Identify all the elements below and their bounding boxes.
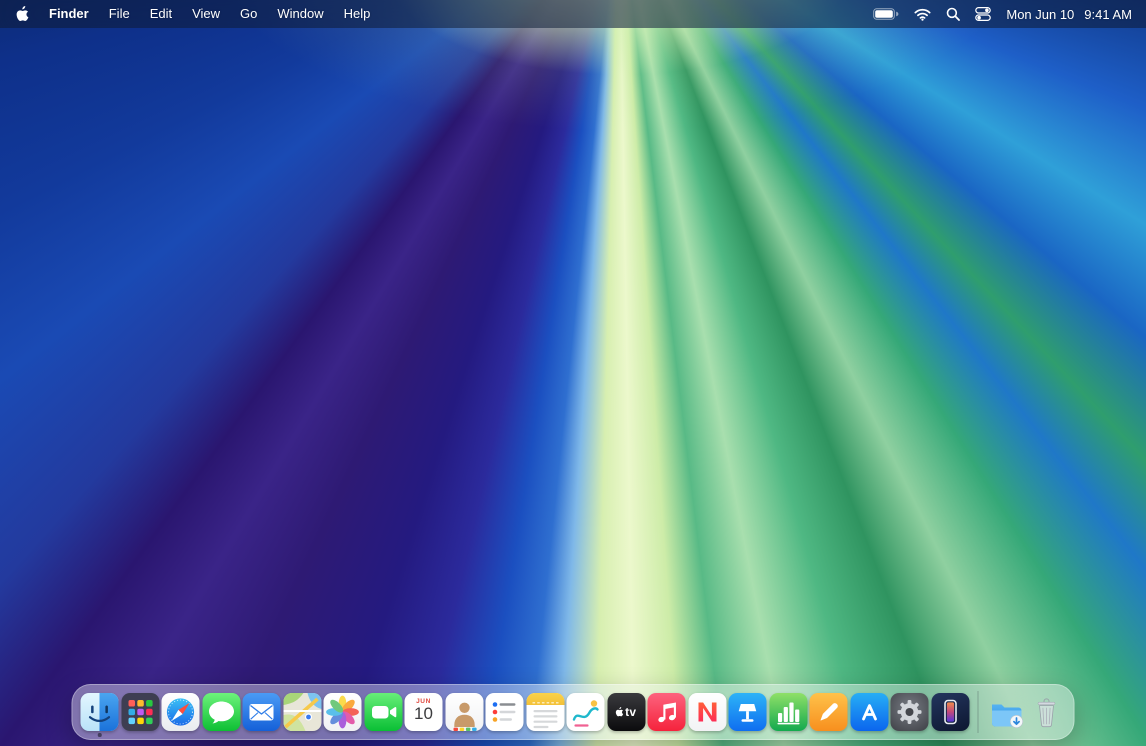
dock-item-appstore[interactable]: [850, 693, 888, 731]
dock-item-downloads[interactable]: [987, 693, 1025, 731]
menu-item-go[interactable]: Go: [230, 0, 267, 28]
finder-icon: [81, 693, 119, 731]
numbers-icon: [769, 693, 807, 731]
maps-icon: [283, 693, 321, 731]
dock-item-contacts[interactable]: [445, 693, 483, 731]
safari-icon: [162, 693, 200, 731]
menu-bar: Finder File Edit View Go Window Help: [0, 0, 1146, 28]
tv-icon: tv: [607, 693, 645, 731]
dock-item-pages[interactable]: [810, 693, 848, 731]
music-icon: [648, 693, 686, 731]
dock-item-launchpad[interactable]: [121, 693, 159, 731]
menu-item-file[interactable]: File: [99, 0, 140, 28]
dock-item-numbers[interactable]: [769, 693, 807, 731]
dock-item-iphone-mirroring[interactable]: [931, 693, 969, 731]
dock-item-mail[interactable]: [243, 693, 281, 731]
dock-item-finder[interactable]: [81, 693, 119, 731]
menu-item-finder[interactable]: Finder: [39, 0, 99, 28]
clock-date: Mon Jun 10: [1006, 7, 1074, 22]
menu-bar-left: Finder File Edit View Go Window Help: [10, 0, 380, 28]
calendar-day-label: 10: [414, 705, 433, 723]
dock-item-notes[interactable]: [526, 693, 564, 731]
running-indicator-dot: [98, 733, 102, 737]
dock-item-photos[interactable]: [324, 693, 362, 731]
battery-icon: [873, 8, 899, 20]
keynote-icon: [729, 693, 767, 731]
clock-time: 9:41 AM: [1084, 7, 1132, 22]
dock-item-news[interactable]: [688, 693, 726, 731]
app-store-icon: [850, 693, 888, 731]
apple-logo-icon: [16, 6, 29, 22]
launchpad-icon: [121, 693, 159, 731]
tv-logo-text: tv: [625, 705, 636, 719]
pages-icon: [810, 693, 848, 731]
facetime-icon: [364, 693, 402, 731]
mail-icon: [243, 693, 281, 731]
spotlight-search[interactable]: [946, 7, 960, 21]
dock-item-reminders[interactable]: [486, 693, 524, 731]
menu-bar-clock[interactable]: Mon Jun 10 9:41 AM: [1006, 7, 1132, 22]
menu-item-window[interactable]: Window: [267, 0, 333, 28]
dock-item-freeform[interactable]: [567, 693, 605, 731]
system-settings-icon: [891, 693, 929, 731]
apple-logo-icon: [616, 707, 624, 717]
battery-status[interactable]: [873, 8, 899, 20]
dock-item-messages[interactable]: [202, 693, 240, 731]
dock-item-keynote[interactable]: [729, 693, 767, 731]
wifi-status[interactable]: [914, 8, 931, 21]
trash-icon: [1028, 693, 1066, 731]
dock-item-safari[interactable]: [162, 693, 200, 731]
notes-icon: [526, 693, 564, 731]
apple-menu[interactable]: [10, 6, 39, 22]
dock: JUN 10: [72, 684, 1075, 740]
dock-item-facetime[interactable]: [364, 693, 402, 731]
control-center-icon: [975, 6, 991, 22]
downloads-folder-icon: [987, 693, 1025, 731]
dock-item-tv[interactable]: tv: [607, 693, 645, 731]
menu-item-help[interactable]: Help: [334, 0, 381, 28]
calendar-icon: JUN 10: [405, 693, 443, 731]
menu-bar-status: Mon Jun 10 9:41 AM: [873, 6, 1132, 22]
dock-item-calendar[interactable]: JUN 10: [405, 693, 443, 731]
dock-item-maps[interactable]: [283, 693, 321, 731]
contacts-icon: [445, 693, 483, 731]
iphone-mirroring-icon: [931, 693, 969, 731]
dock-item-trash[interactable]: [1028, 693, 1066, 731]
dock-item-settings[interactable]: [891, 693, 929, 731]
menu-item-view[interactable]: View: [182, 0, 230, 28]
menu-item-edit[interactable]: Edit: [140, 0, 182, 28]
dock-item-music[interactable]: [648, 693, 686, 731]
dock-divider: [978, 691, 979, 733]
news-icon: [688, 693, 726, 731]
wifi-icon: [914, 8, 931, 21]
photos-icon: [324, 693, 362, 731]
reminders-icon: [486, 693, 524, 731]
messages-icon: [202, 693, 240, 731]
desktop-wallpaper: [0, 0, 1146, 746]
control-center[interactable]: [975, 6, 991, 22]
freeform-icon: [567, 693, 605, 731]
search-icon: [946, 7, 960, 21]
